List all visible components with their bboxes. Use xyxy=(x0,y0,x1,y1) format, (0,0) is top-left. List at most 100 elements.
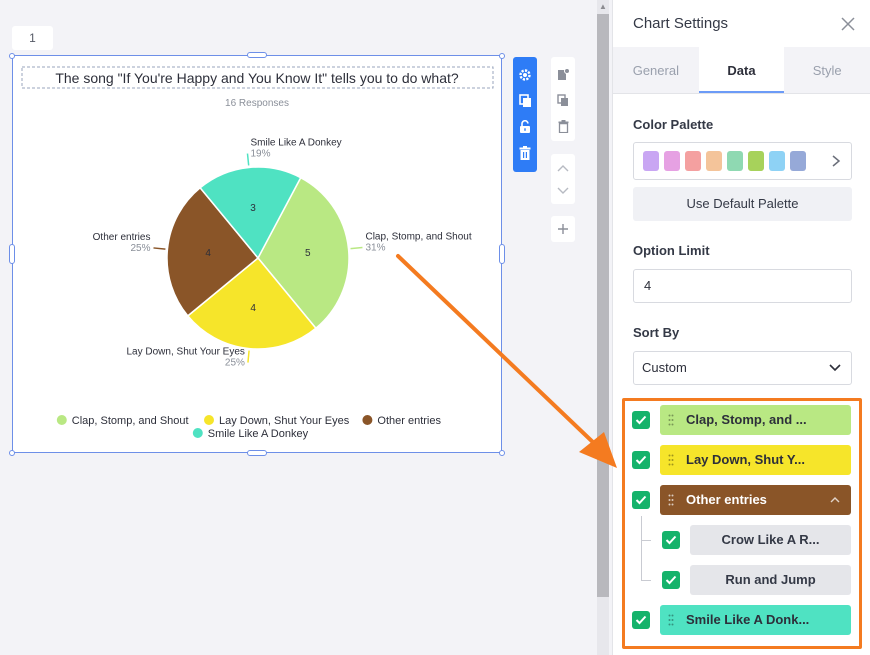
pie-chart: The song "If You're Happy and You Know I… xyxy=(21,66,494,440)
resize-handle-top-right[interactable] xyxy=(499,53,505,59)
legend-label[interactable]: Clap, Stomp, and Shout xyxy=(72,415,189,427)
canvas-scrollbar-thumb[interactable] xyxy=(597,14,609,597)
scroll-up-arrow-icon[interactable]: ▲ xyxy=(598,2,608,12)
page-number-tab[interactable]: 1 xyxy=(12,26,53,50)
palette-swatch xyxy=(769,151,785,171)
slice-percent-label: 25% xyxy=(130,243,150,254)
legend-label[interactable]: Other entries xyxy=(377,415,441,427)
chart-element[interactable]: The song "If You're Happy and You Know I… xyxy=(12,55,502,453)
tree-connector xyxy=(641,580,651,581)
drag-handle-icon[interactable] xyxy=(668,454,674,466)
chart-canvas: 1 The song "If You're Happy and You Know… xyxy=(0,0,575,655)
chevron-right-icon xyxy=(832,155,841,167)
slice-name-label: Other entries xyxy=(93,232,151,243)
slice-leader-line xyxy=(153,247,166,250)
option-checkbox[interactable] xyxy=(632,611,650,629)
option-pill[interactable]: Clap, Stomp, and ... xyxy=(660,405,851,435)
resize-handle-left[interactable] xyxy=(9,244,15,264)
page-settings-icon[interactable] xyxy=(551,61,575,87)
resize-handle-top[interactable] xyxy=(247,52,267,58)
page-delete-icon[interactable] xyxy=(551,113,575,139)
option-label: Smile Like A Donk... xyxy=(686,612,810,627)
option-pill[interactable]: Lay Down, Shut Y... xyxy=(660,445,851,475)
sort-by-select[interactable]: Custom xyxy=(633,351,852,385)
sort-by-value: Custom xyxy=(642,360,687,375)
slice-percent-label: 31% xyxy=(365,242,385,253)
chart-title: The song "If You're Happy and You Know I… xyxy=(55,70,459,86)
slice-count-label: 4 xyxy=(250,303,256,314)
unlock-icon[interactable] xyxy=(517,118,533,135)
option-limit-label: Option Limit xyxy=(633,243,710,258)
sub-option-checkbox[interactable] xyxy=(662,571,680,589)
panel-tabs: General Data Style xyxy=(613,47,870,94)
drag-handle-icon[interactable] xyxy=(668,614,674,626)
slice-percent-label: 19% xyxy=(250,149,270,160)
tab-data[interactable]: Data xyxy=(698,47,785,93)
slice-name-label: Clap, Stomp, and Shout xyxy=(365,231,471,242)
tree-connector xyxy=(641,516,642,580)
option-pill[interactable]: Other entries xyxy=(660,485,851,515)
tab-style[interactable]: Style xyxy=(784,47,870,93)
legend-swatch xyxy=(192,428,203,438)
slice-leader-line xyxy=(246,153,250,166)
legend-swatch xyxy=(56,415,67,425)
option-label: Other entries xyxy=(686,492,767,507)
drag-handle-icon[interactable] xyxy=(668,414,674,426)
move-down-chevron-icon[interactable] xyxy=(551,179,575,202)
slice-percent-label: 25% xyxy=(225,358,245,369)
page-move-tools xyxy=(551,154,575,204)
add-page-plus-icon[interactable] xyxy=(551,216,575,242)
tab-general[interactable]: General xyxy=(613,47,699,93)
tree-connector xyxy=(641,540,651,541)
settings-gear-icon[interactable] xyxy=(517,66,533,83)
slice-name-label: Smile Like A Donkey xyxy=(250,138,341,149)
close-icon[interactable] xyxy=(839,15,857,33)
legend-label[interactable]: Lay Down, Shut Your Eyes xyxy=(219,415,350,427)
legend-swatch xyxy=(204,415,214,425)
palette-swatch xyxy=(643,151,659,171)
page-duplicate-icon[interactable] xyxy=(551,87,575,113)
sub-option-pill[interactable]: Crow Like A R... xyxy=(690,525,851,555)
option-label: Clap, Stomp, and ... xyxy=(686,412,807,427)
option-label: Lay Down, Shut Y... xyxy=(686,452,805,467)
palette-swatch xyxy=(790,151,806,171)
resize-handle-bottom-right[interactable] xyxy=(499,450,505,456)
sub-option-pill[interactable]: Run and Jump xyxy=(690,565,851,595)
option-pill[interactable]: Smile Like A Donk... xyxy=(660,605,851,635)
sub-option-checkbox[interactable] xyxy=(662,531,680,549)
palette-swatch xyxy=(748,151,764,171)
resize-handle-bottom[interactable] xyxy=(247,450,267,456)
use-default-palette-button[interactable]: Use Default Palette xyxy=(633,187,852,221)
slice-leader-line xyxy=(247,350,250,363)
color-palette-label: Color Palette xyxy=(633,117,714,132)
palette-swatch xyxy=(727,151,743,171)
duplicate-icon[interactable] xyxy=(517,92,533,109)
move-up-chevron-icon[interactable] xyxy=(551,156,575,179)
drag-handle-icon[interactable] xyxy=(668,494,674,506)
palette-swatch xyxy=(685,151,701,171)
option-limit-input[interactable]: 4 xyxy=(633,269,852,303)
collapse-chevron-up-icon[interactable] xyxy=(830,496,840,504)
element-toolbar xyxy=(513,57,537,172)
color-palette-picker[interactable] xyxy=(633,142,852,180)
option-checkbox[interactable] xyxy=(632,451,650,469)
chart-subtitle: 16 Responses xyxy=(225,98,289,109)
palette-swatch xyxy=(664,151,680,171)
legend-swatch xyxy=(362,415,373,425)
palette-swatch xyxy=(706,151,722,171)
resize-handle-bottom-left[interactable] xyxy=(9,450,15,456)
legend-label[interactable]: Smile Like A Donkey xyxy=(208,428,309,440)
panel-header: Chart Settings xyxy=(613,0,870,47)
delete-trash-icon[interactable] xyxy=(517,144,533,161)
page-add-tools xyxy=(551,216,575,242)
page-tools-top xyxy=(551,57,575,141)
slice-count-label: 4 xyxy=(205,248,211,259)
slice-count-label: 3 xyxy=(250,203,256,214)
resize-handle-right[interactable] xyxy=(499,244,505,264)
option-checkbox[interactable] xyxy=(632,411,650,429)
chart-settings-panel: Chart Settings General Data Style Color … xyxy=(612,0,870,655)
panel-title: Chart Settings xyxy=(633,15,729,32)
slice-count-label: 5 xyxy=(305,248,311,259)
option-checkbox[interactable] xyxy=(632,491,650,509)
resize-handle-top-left[interactable] xyxy=(9,53,15,59)
